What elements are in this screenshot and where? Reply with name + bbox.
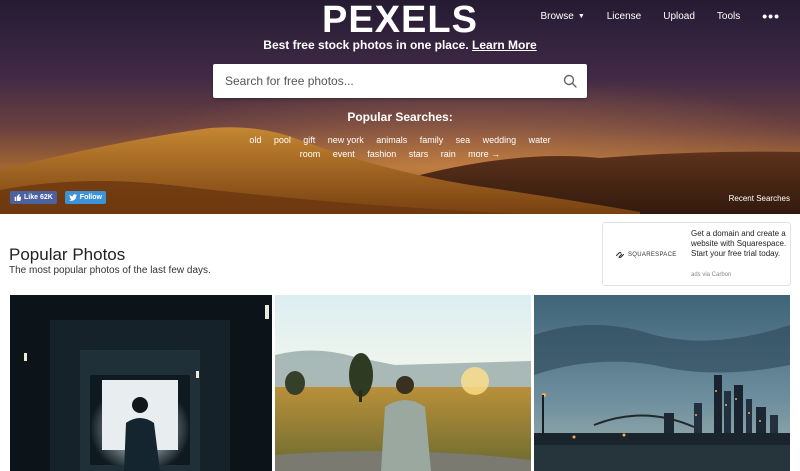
tag-link[interactable]: stars	[409, 149, 429, 159]
recent-searches-link[interactable]: Recent Searches	[729, 194, 790, 203]
nav-browse[interactable]: Browse ▼	[540, 11, 584, 22]
nav-license[interactable]: License	[607, 11, 641, 22]
section-title: Popular Photos	[9, 245, 126, 264]
carbon-ad[interactable]: SQUARESPACE Get a domain and create a we…	[602, 222, 791, 286]
twitter-follow-button[interactable]: Follow	[64, 191, 106, 204]
twitter-bird-icon	[68, 194, 77, 201]
tag-more-link[interactable]: more →	[468, 149, 500, 159]
facebook-like-button[interactable]: Like 62K	[10, 191, 57, 204]
thumbs-up-icon	[14, 194, 21, 201]
search-icon[interactable]	[563, 74, 577, 88]
photo-field-sunset[interactable]	[275, 295, 531, 471]
learn-more-link[interactable]: Learn More	[472, 38, 537, 52]
tag-link[interactable]: fashion	[367, 149, 396, 159]
photo-city-skyline-image	[534, 295, 790, 471]
photo-tunnel[interactable]	[10, 295, 272, 471]
squarespace-icon	[615, 252, 625, 258]
photo-city-skyline[interactable]	[534, 295, 790, 471]
photo-field-sunset-image	[275, 295, 531, 471]
tag-link[interactable]: event	[333, 149, 355, 159]
photo-tunnel-image	[10, 295, 272, 471]
search-box	[213, 64, 587, 98]
nav-browse-label: Browse	[540, 10, 574, 22]
top-nav: Browse ▼ License Upload Tools •••	[540, 8, 780, 24]
social-buttons: Like 62K Follow	[10, 191, 106, 204]
search-input[interactable]	[213, 64, 553, 98]
squarespace-logo: SQUARESPACE	[615, 251, 677, 259]
nav-tools[interactable]: Tools	[717, 11, 740, 22]
ads-via-carbon-link[interactable]: ads via Carbon	[691, 272, 731, 278]
nav-upload[interactable]: Upload	[663, 11, 695, 22]
tag-link[interactable]: rain	[441, 149, 456, 159]
chevron-down-icon: ▼	[577, 12, 585, 20]
facebook-like-label: Like 62K	[24, 194, 53, 201]
ad-copy[interactable]: Get a domain and create a website with S…	[691, 229, 789, 259]
tagline-text: Best free stock photos in one place.	[263, 38, 469, 52]
popular-tags-row-2: room event fashion stars rain more →	[0, 144, 800, 162]
more-menu-icon[interactable]: •••	[762, 8, 780, 24]
tag-link[interactable]: room	[300, 149, 321, 159]
popular-searches-title: Popular Searches:	[347, 110, 453, 124]
ad-brand-name: SQUARESPACE	[628, 252, 677, 258]
twitter-follow-label: Follow	[79, 194, 102, 201]
tagline: Best free stock photos in one place. Lea…	[0, 38, 800, 52]
section-subtitle: The most popular photos of the last few …	[9, 265, 211, 276]
